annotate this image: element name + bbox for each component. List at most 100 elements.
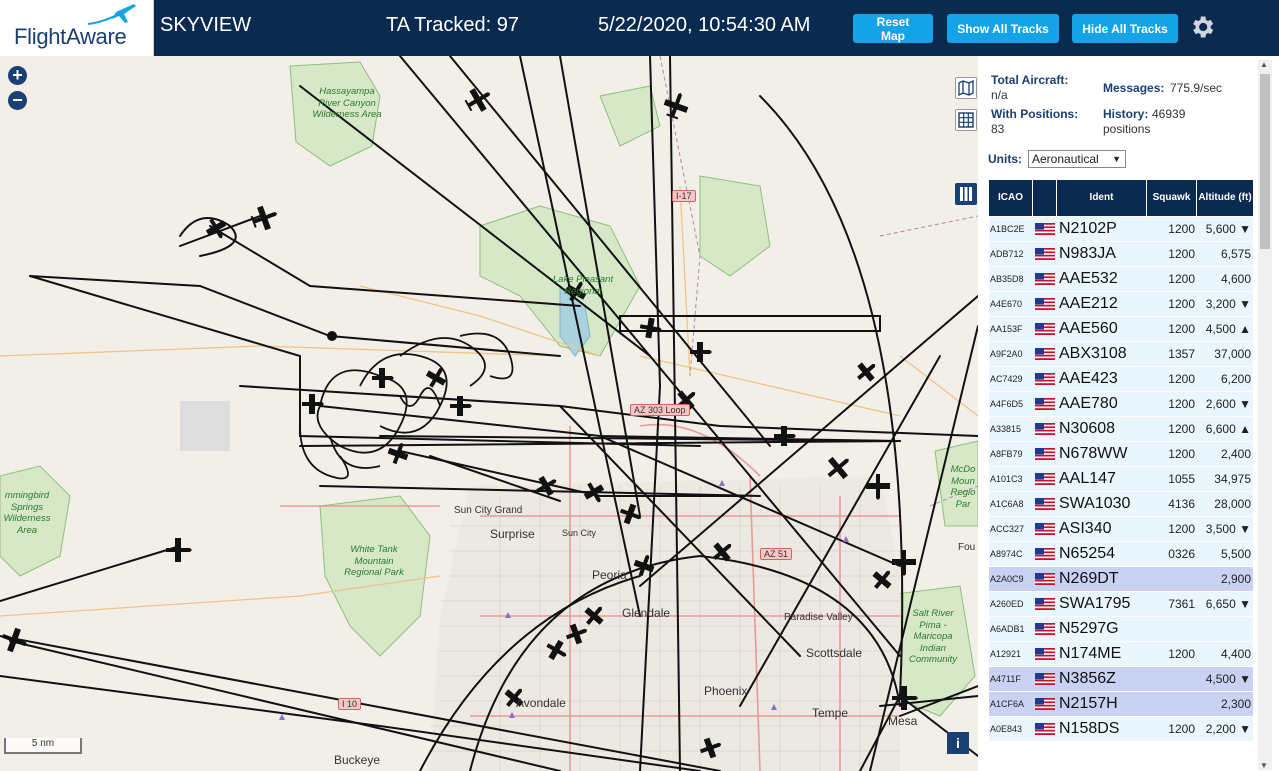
table-row[interactable]: A260ED SWA1795 7361 6,650 ▼ [989,592,1253,617]
table-row[interactable]: A1CF6A N2157H 2,300 [989,692,1253,717]
zoom-in-button[interactable]: + [8,66,27,85]
flag-cell [1035,492,1057,516]
altitude-cell: 2,300 [1220,697,1251,711]
ident-cell: N158DS [1059,720,1120,737]
reset-map-button[interactable]: Reset Map [853,14,933,43]
us-flag-icon [1035,573,1055,585]
site-name: SKYVIEW [160,14,252,36]
flag-cell [1035,542,1057,566]
table-row[interactable]: A4F6D5 AAE780 1200 2,600 ▼ [989,392,1253,417]
table-row[interactable]: A33815 N30608 1200 6,600 ▲ [989,417,1253,442]
table-row[interactable]: A4E670 AAE212 1200 3,200 ▼ [989,292,1253,317]
squawk-cell: 0326 [1168,547,1195,561]
flag-cell [1035,467,1057,491]
sidebar-scrollbar[interactable]: ▲ ▼ [1258,60,1272,770]
table-row[interactable]: AB35D8 AAE532 1200 4,600 [989,267,1253,292]
altitude-cell: 4,400 [1220,647,1251,661]
column-header-flag[interactable] [1033,180,1057,216]
altitude-cell: 5,500 [1220,547,1251,561]
altitude-cell: 4,600 [1220,272,1251,286]
flag-cell [1035,592,1057,616]
squawk-cell: 4136 [1168,497,1195,511]
icao-cell: A8974C [990,549,1023,559]
icao-cell: A8FB79 [990,449,1023,459]
scroll-up-icon[interactable]: ▲ [1260,60,1268,69]
scroll-thumb[interactable] [1260,74,1270,249]
icao-cell: A101C3 [990,474,1023,484]
flag-cell [1035,417,1057,441]
total-aircraft-label: Total Aircraft: [991,73,1069,87]
column-header-altitude[interactable]: Altitude (ft) [1197,180,1253,216]
history-unit: positions [1103,122,1151,136]
ident-cell: AAE423 [1059,370,1118,387]
table-row[interactable]: AA153F AAE560 1200 4,500 ▲ [989,317,1253,342]
table-row[interactable]: AC7429 AAE423 1200 6,200 [989,367,1253,392]
map-tiles [0,56,978,771]
zoom-out-button[interactable]: − [8,91,27,110]
hide-all-tracks-button[interactable]: Hide All Tracks [1072,14,1178,43]
table-row[interactable]: A12921 N174ME 1200 4,400 [989,642,1253,667]
icao-cell: ACC327 [990,524,1025,534]
icao-cell: A4F6D5 [990,399,1024,409]
grid-overlay-button[interactable] [955,109,977,131]
table-row[interactable]: A6ADB1 N5297G [989,617,1253,642]
map-view[interactable]: Surprise Peoria Glendale Scottsdale Phoe… [0,56,978,771]
column-header-icao[interactable]: ICAO [989,180,1033,216]
icao-cell: AC7429 [990,374,1023,384]
place-label: Fou [958,542,976,553]
us-flag-icon [1035,323,1055,335]
column-header-squawk[interactable]: Squawk [1147,180,1197,216]
squawk-cell [1147,692,1197,716]
scroll-down-icon[interactable]: ▼ [1260,761,1268,770]
us-flag-icon [1035,473,1055,485]
place-label: Glendale [622,606,671,620]
altitude-cell: 6,575 [1220,247,1251,261]
map-layers-button[interactable] [955,77,977,99]
icao-cell: ADB712 [990,249,1024,259]
flag-cell [1035,517,1057,541]
table-row[interactable]: ACC327 ASI340 1200 3,500 ▼ [989,517,1253,542]
table-row[interactable]: A9F2A0 ABX3108 1357 37,000 [989,342,1253,367]
squawk-cell: 1200 [1168,722,1195,736]
us-flag-icon [1035,498,1055,510]
us-flag-icon [1035,398,1055,410]
squawk-cell: 1055 [1168,472,1195,486]
aircraft-table[interactable]: ICAO Ident Squawk Altitude (ft) A1BC2E N2… [989,180,1253,765]
table-row[interactable]: A4711F N3856Z 4,500 ▼ [989,667,1253,692]
table-row[interactable]: A8FB79 N678WW 1200 2,400 [989,442,1253,467]
squawk-cell: 1200 [1168,522,1195,536]
info-button[interactable]: i [947,732,969,754]
icao-cell: A6ADB1 [990,624,1025,634]
icao-cell: A1C6A8 [990,499,1024,509]
column-toggle-button[interactable] [955,183,977,205]
us-flag-icon [1035,348,1055,360]
grid-icon [958,112,974,128]
us-flag-icon [1035,548,1055,560]
altitude-cell: 2,400 [1220,447,1251,461]
table-row[interactable]: A101C3 AAL147 1055 34,975 [989,467,1253,492]
park-label: Salt River Pima - Maricopa Indian Commun… [908,608,958,665]
altitude-cell: 6,600 ▲ [1205,422,1251,436]
squawk-cell: 1357 [1168,347,1195,361]
units-select[interactable]: Aeronautical ▼ [1028,150,1126,168]
table-row[interactable]: A0E843 N158DS 1200 2,200 ▼ [989,717,1253,742]
table-row[interactable]: A2A0C9 N269DT 2,900 [989,567,1253,592]
table-row[interactable]: A1C6A8 SWA1030 4136 28,000 [989,492,1253,517]
table-row[interactable]: A1BC2E N2102P 1200 5,600 ▼ [989,217,1253,242]
table-row[interactable]: ADB712 N983JA 1200 6,575 [989,242,1253,267]
icao-cell: A0E843 [990,724,1023,734]
flightaware-logo[interactable]: FlightAware [0,0,154,56]
park-label: mmingbird Springs Wilderness Area [3,490,51,536]
squawk-cell: 1200 [1168,322,1195,336]
column-header-ident[interactable]: Ident [1057,180,1147,216]
show-all-tracks-button[interactable]: Show All Tracks [947,14,1059,43]
table-row[interactable]: A8974C N65254 0326 5,500 [989,542,1253,567]
flag-cell [1035,667,1057,691]
squawk-cell [1147,567,1197,591]
gear-icon[interactable] [1188,13,1216,41]
squawk-cell: 7361 [1168,597,1195,611]
chevron-down-icon: ▼ [1112,154,1121,164]
place-label: Sun City Grand [454,505,523,516]
with-positions-label: With Positions: [991,107,1079,121]
logo-plane-icon [87,4,136,25]
